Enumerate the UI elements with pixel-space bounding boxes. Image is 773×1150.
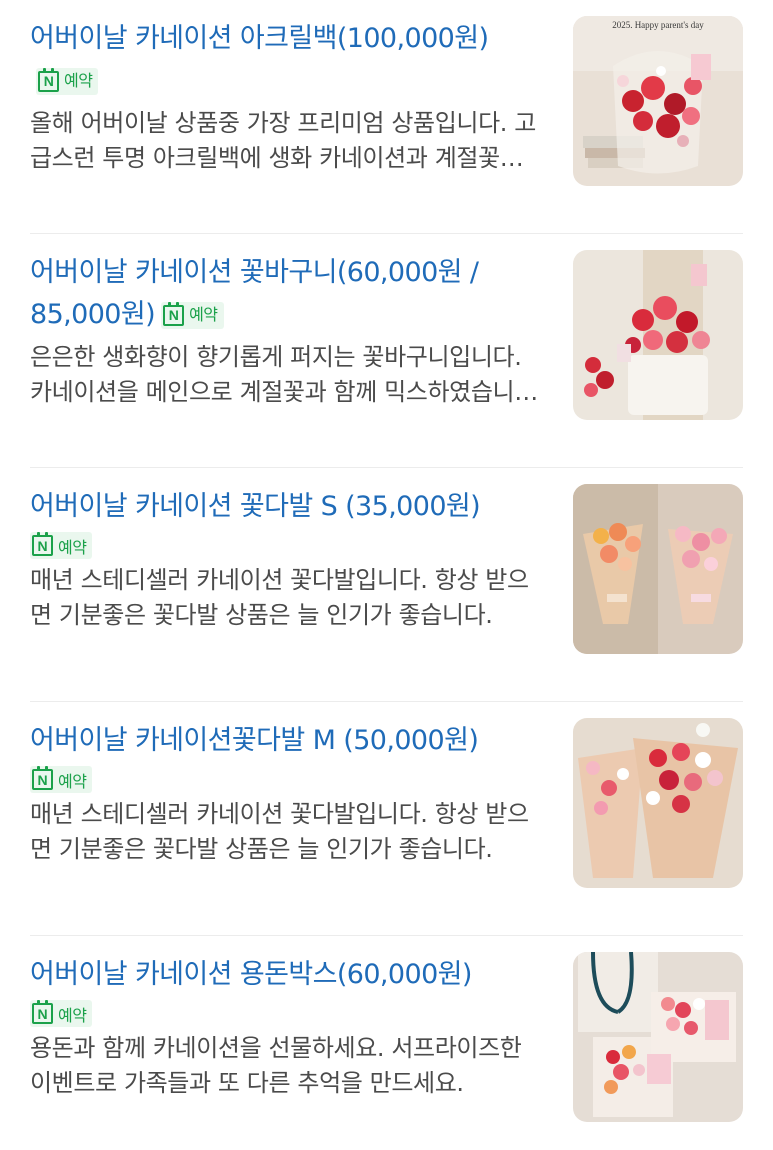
- item-description: 은은한 생화향이 향기롭게 퍼지는 꽃바구니입니다. 카네이션을 메인으로 계절…: [30, 343, 522, 406]
- list-item[interactable]: 어버이날 카네이션 용돈박스(60,000원) N 예약 용돈과 함께 카네이션을…: [30, 936, 743, 1150]
- item-thumbnail[interactable]: [573, 250, 743, 420]
- reservation-badge: N 예약: [30, 1000, 93, 1027]
- item-text: 어버이날 카네이션 아크릴백(100,000원) N 예약 올해 어버이날 상품중 …: [30, 18, 542, 176]
- item-title[interactable]: 어버이날 카네이션꽃다발 M (50,000원): [30, 720, 542, 762]
- item-description: 매년 스테디셀러 카네이션 꽃다발입니다. 항상 받으면 기분좋은 꽃다발 상품…: [30, 800, 529, 863]
- item-text: 어버이날 카네이션 꽃다발 S (35,000원) N 예약 매년 스테디셀러 카…: [30, 486, 542, 633]
- item-title[interactable]: 어버이날 카네이션 꽃바구니(60,000원 / 85,000원): [30, 257, 479, 330]
- carnation-basket-photo: [573, 250, 743, 420]
- reservation-badge: N 예약: [161, 301, 224, 329]
- item-title-line: 어버이날 카네이션 꽃바구니(60,000원 / 85,000원) N 예약: [30, 252, 542, 336]
- item-title[interactable]: 어버이날 카네이션 꽃다발 S (35,000원): [30, 486, 542, 528]
- item-thumbnail[interactable]: [573, 484, 743, 654]
- naver-booking-calendar-icon: N: [32, 766, 53, 790]
- carnation-money-box-photo: [573, 952, 743, 1122]
- item-title[interactable]: 어버이날 카네이션 용돈박스(60,000원): [30, 954, 542, 996]
- carnation-acrylic-bag-photo: 2025. Happy parent's day: [573, 16, 743, 186]
- reservation-badge: N 예약: [30, 766, 93, 793]
- naver-booking-calendar-icon: N: [38, 67, 59, 92]
- item-thumbnail[interactable]: [573, 718, 743, 888]
- badge-label: 예약: [58, 537, 87, 557]
- item-text: 어버이날 카네이션 꽃바구니(60,000원 / 85,000원) N 예약 은은한…: [30, 252, 542, 410]
- booking-product-list: 어버이날 카네이션 아크릴백(100,000원) N 예약 올해 어버이날 상품중 …: [0, 0, 773, 1150]
- item-thumbnail[interactable]: 2025. Happy parent's day: [573, 16, 743, 186]
- list-item[interactable]: 어버이날 카네이션 아크릴백(100,000원) N 예약 올해 어버이날 상품중 …: [30, 0, 743, 234]
- list-item[interactable]: 어버이날 카네이션 꽃바구니(60,000원 / 85,000원) N 예약 은은한…: [30, 234, 743, 468]
- carnation-bouquet-small-photo: [573, 484, 743, 654]
- naver-booking-calendar-icon: N: [32, 1000, 53, 1024]
- item-text: 어버이날 카네이션 용돈박스(60,000원) N 예약 용돈과 함께 카네이션을…: [30, 954, 542, 1101]
- badge-label: 예약: [58, 1005, 87, 1025]
- carnation-bouquet-medium-photo: [573, 718, 743, 888]
- reservation-badge: N 예약: [30, 532, 93, 559]
- list-item[interactable]: 어버이날 카네이션 꽃다발 S (35,000원) N 예약 매년 스테디셀러 카…: [30, 468, 743, 702]
- list-item[interactable]: 어버이날 카네이션꽃다발 M (50,000원) N 예약 매년 스테디셀러 카네…: [30, 702, 743, 936]
- item-title-line: 어버이날 카네이션 아크릴백(100,000원) N 예약: [30, 18, 542, 102]
- item-description: 매년 스테디셀러 카네이션 꽃다발입니다. 항상 받으면 기분좋은 꽃다발 상품…: [30, 566, 529, 629]
- badge-label: 예약: [58, 771, 87, 791]
- badge-label: 예약: [189, 305, 218, 324]
- item-text: 어버이날 카네이션꽃다발 M (50,000원) N 예약 매년 스테디셀러 카네…: [30, 720, 542, 867]
- reservation-badge: N 예약: [36, 67, 99, 95]
- naver-booking-calendar-icon: N: [163, 301, 185, 326]
- naver-booking-calendar-icon: N: [32, 532, 53, 556]
- badge-label: 예약: [64, 71, 93, 90]
- item-thumbnail[interactable]: [573, 952, 743, 1122]
- item-title[interactable]: 어버이날 카네이션 아크릴백(100,000원): [30, 23, 489, 54]
- item-description: 용돈과 함께 카네이션을 선물하세요. 서프라이즈한 이벤트로 가족들과 또 다…: [30, 1034, 522, 1097]
- image-caption: 2025. Happy parent's day: [612, 20, 704, 30]
- item-description: 올해 어버이날 상품중 가장 프리미엄 상품입니다. 고급스런 투명 아크릴백에…: [30, 109, 536, 172]
